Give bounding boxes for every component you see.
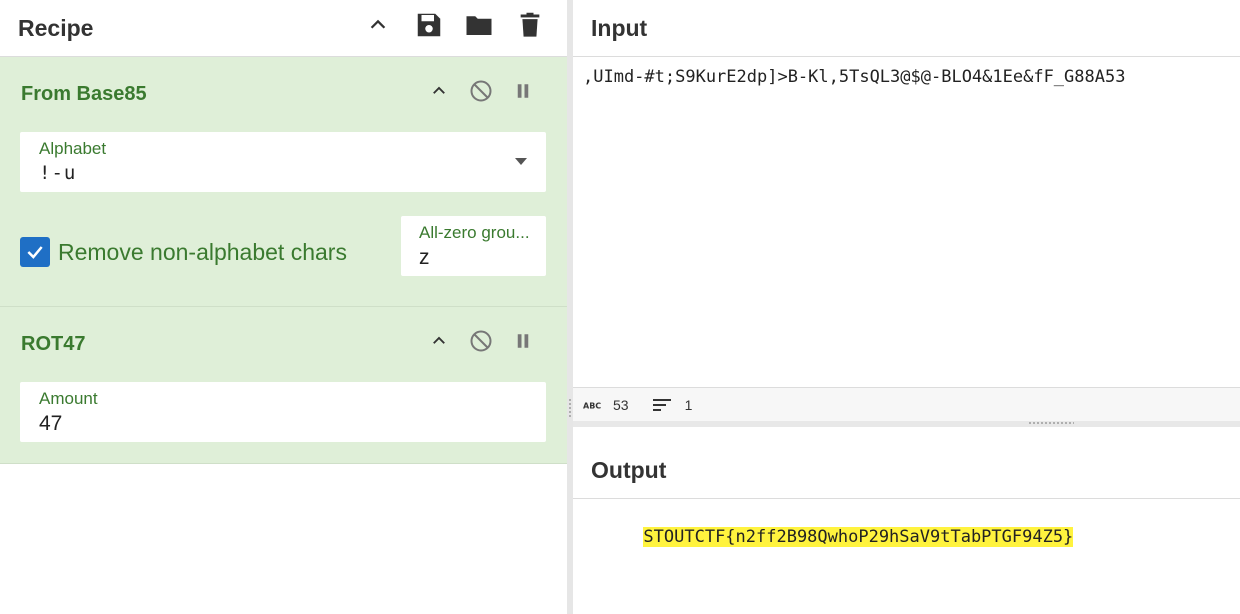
output-textarea[interactable]: STOUTCTF{n2ff2B98QwhoP29hSaV9tTabPTGF94Z…: [582, 507, 1074, 567]
breakpoint-button[interactable]: [510, 328, 536, 354]
input-title: Input: [591, 14, 648, 41]
cyberchef-app: Recipe From Base85 Alphabet !-u Remove n…: [0, 0, 1240, 614]
alphabet-label: Alphabet: [39, 139, 107, 158]
chevron-up-icon: [370, 19, 386, 29]
input-header: Input: [573, 0, 1240, 57]
alphabet-select[interactable]: Alphabet !-u: [20, 132, 546, 192]
recipe-title: Recipe: [18, 14, 94, 41]
input-statusbar: ABC 53 1: [573, 387, 1240, 421]
load-recipe-button[interactable]: [464, 10, 494, 40]
chevron-up-icon: [433, 86, 445, 94]
operation-from-base85: From Base85 Alphabet !-u Remove non-alph…: [0, 57, 567, 307]
collapse-operation-button[interactable]: [426, 328, 452, 354]
pause-icon: [517, 84, 529, 98]
all-zero-group-value: z: [419, 246, 430, 269]
collapse-all-button[interactable]: [363, 10, 393, 40]
lines-icon: [652, 398, 671, 411]
amount-field[interactable]: Amount 47: [20, 382, 546, 442]
input-length: 53: [613, 396, 629, 413]
alphabet-value: !-u: [39, 162, 77, 184]
recipe-header: Recipe: [0, 0, 567, 57]
all-zero-group-field[interactable]: All-zero grou... z: [401, 216, 546, 276]
amount-label: Amount: [39, 389, 98, 408]
splitter-grip: [1028, 421, 1074, 425]
splitter-grip: [568, 398, 572, 418]
amount-value: 47: [39, 412, 63, 435]
folder-icon: [466, 16, 492, 35]
pause-icon: [517, 334, 529, 348]
operation-title: From Base85: [21, 83, 147, 105]
svg-text:ABC: ABC: [583, 401, 601, 410]
dropdown-arrow-icon: [515, 158, 527, 165]
input-lines: 1: [684, 396, 693, 413]
operation-title: ROT47: [21, 333, 86, 355]
input-panel: Input ,UImd-#t;S9KurE2dp]>B-Kl,5TsQL3@$@…: [573, 0, 1240, 421]
disable-icon: [470, 80, 492, 102]
chevron-up-icon: [433, 336, 445, 344]
output-highlight: STOUTCTF{n2ff2B98QwhoP29hSaV9tTabPTGF94Z…: [643, 527, 1074, 547]
remove-non-alphabet-checkbox[interactable]: [20, 237, 50, 267]
disable-operation-button[interactable]: [468, 328, 494, 354]
abc-icon: ABC: [583, 401, 601, 410]
output-panel: Output STOUTCTF{n2ff2B98QwhoP29hSaV9tTab…: [573, 427, 1240, 614]
output-header: Output: [573, 427, 1240, 499]
save-icon: [417, 13, 441, 37]
collapse-operation-button[interactable]: [426, 78, 452, 104]
input-textarea[interactable]: ,UImd-#t;S9KurE2dp]>B-Kl,5TsQL3@$@-BLO4&…: [583, 67, 1125, 87]
output-title: Output: [591, 457, 667, 483]
trash-icon: [520, 12, 540, 37]
checkmark-icon: [27, 246, 43, 259]
recipe-panel: Recipe From Base85 Alphabet !-u Remove n…: [0, 0, 567, 614]
clear-recipe-button[interactable]: [515, 10, 545, 40]
disable-icon: [470, 330, 492, 352]
disable-operation-button[interactable]: [468, 78, 494, 104]
save-recipe-button[interactable]: [414, 10, 444, 40]
breakpoint-button[interactable]: [510, 78, 536, 104]
all-zero-group-label: All-zero grou...: [419, 223, 530, 242]
remove-non-alphabet-label: Remove non-alphabet chars: [58, 239, 347, 265]
operation-rot47: ROT47 Amount 47: [0, 307, 567, 464]
